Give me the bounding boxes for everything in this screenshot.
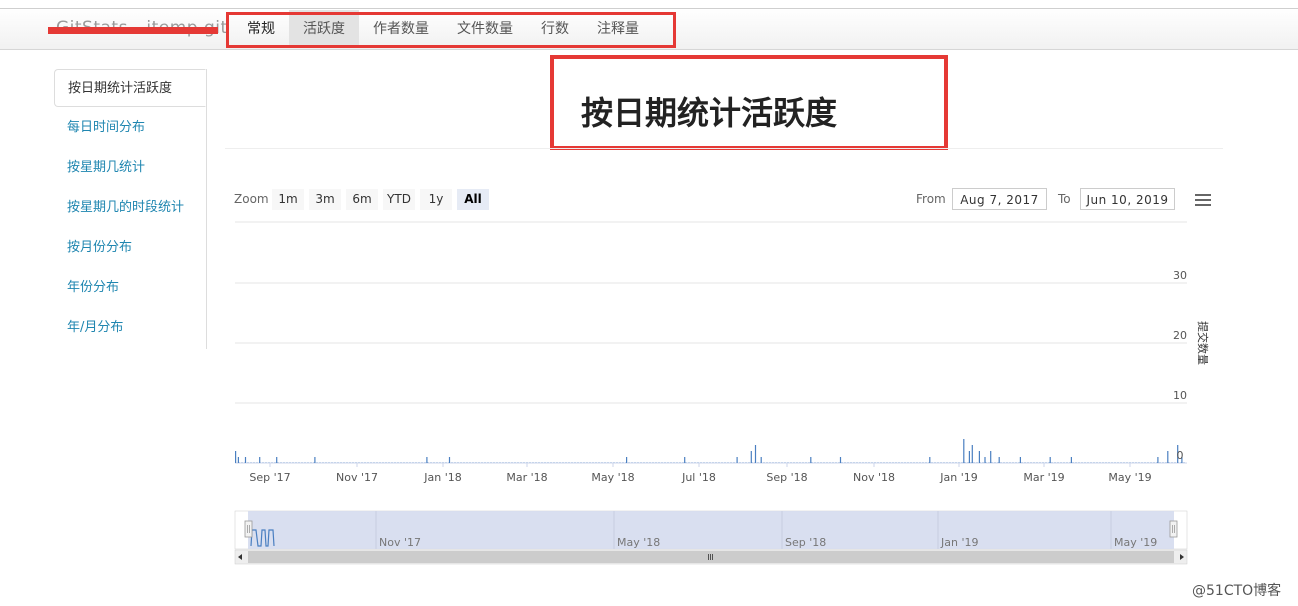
sidebar-item-hour-of-week[interactable]: 按星期几的时段统计 xyxy=(54,189,206,227)
activity-bar xyxy=(929,457,931,463)
activity-bar xyxy=(978,451,980,463)
x-tick-label: Mar '18 xyxy=(506,471,547,484)
navigator-selection[interactable] xyxy=(248,511,1174,549)
redaction-mark xyxy=(48,27,218,34)
x-tick-label: Jan '18 xyxy=(423,471,461,484)
scrollbar-thumb[interactable] xyxy=(248,551,1174,563)
activity-bar xyxy=(963,439,965,463)
sidebar-item-month-of-year[interactable]: 按月份分布 xyxy=(54,229,206,267)
navigator-series xyxy=(250,529,275,547)
scroll-right-icon[interactable] xyxy=(1180,554,1184,560)
y-tick-label: 10 xyxy=(1173,389,1187,402)
activity-bar xyxy=(736,457,738,463)
activity-bar xyxy=(276,457,278,463)
activity-bar xyxy=(314,457,316,463)
activity-bar xyxy=(1157,457,1159,463)
activity-bar xyxy=(626,457,628,463)
sidebar-item-hour-of-day[interactable]: 每日时间分布 xyxy=(54,109,206,147)
activity-bar xyxy=(426,457,428,463)
activity-bar xyxy=(971,445,973,463)
activity-bar xyxy=(754,445,757,463)
sidebar-item-year[interactable]: 年份分布 xyxy=(54,269,206,307)
activity-bar xyxy=(237,457,239,463)
x-tick-label: Jan '19 xyxy=(939,471,977,484)
activity-bar xyxy=(448,457,451,463)
activity-bar xyxy=(1181,457,1183,463)
zoom-label: Zoom xyxy=(234,192,269,206)
zoom-all-button[interactable]: All xyxy=(457,189,489,210)
hamburger-menu-icon[interactable] xyxy=(1195,194,1211,206)
highlight-box-title xyxy=(550,55,948,150)
activity-bar xyxy=(235,451,237,463)
activity-bar xyxy=(760,457,762,463)
y-axis-label: 提交数量 xyxy=(1196,321,1210,365)
highlight-box-tabs xyxy=(226,12,676,48)
activity-bar xyxy=(968,451,970,463)
activity-bar xyxy=(998,457,1000,463)
from-label: From xyxy=(916,192,946,206)
navigator-label: Sep '18 xyxy=(785,536,826,549)
sidebar-item-day-of-week[interactable]: 按星期几统计 xyxy=(54,149,206,187)
zoom-1y-button[interactable]: 1y xyxy=(420,189,452,210)
x-tick-label: May '19 xyxy=(1108,471,1151,484)
activity-bar xyxy=(750,451,752,463)
x-tick-label: Nov '18 xyxy=(853,471,895,484)
x-tick-label: May '18 xyxy=(591,471,634,484)
navigator-left-handle[interactable] xyxy=(244,520,253,538)
activity-bar xyxy=(839,457,842,463)
sidebar: 按日期统计活跃度 每日时间分布 按星期几统计 按星期几的时段统计 按月份分布 年… xyxy=(54,69,207,349)
y-tick-label: 20 xyxy=(1173,329,1187,342)
to-label: To xyxy=(1058,192,1071,206)
y-tick-label: 0 xyxy=(1177,449,1184,462)
navigator-label: Nov '17 xyxy=(379,536,421,549)
x-tick-label: Sep '18 xyxy=(766,471,807,484)
activity-bar xyxy=(684,457,686,463)
x-tick-label: Jul '18 xyxy=(681,471,716,484)
scroll-left-icon[interactable] xyxy=(238,554,242,560)
sidebar-item-daily-activity[interactable]: 按日期统计活跃度 xyxy=(54,69,206,107)
activity-bar xyxy=(1070,457,1072,463)
navigator-label: May '18 xyxy=(617,536,660,549)
zoom-6m-button[interactable]: 6m xyxy=(346,189,378,210)
navigator-right-handle[interactable] xyxy=(1169,520,1178,538)
navigator-label: Jan '19 xyxy=(940,536,978,549)
activity-bar xyxy=(1177,445,1179,463)
scrollbar-track[interactable] xyxy=(234,549,1188,565)
activity-bar xyxy=(1019,457,1021,463)
divider xyxy=(225,148,1223,149)
activity-bar xyxy=(259,457,261,463)
x-tick-label: Mar '19 xyxy=(1023,471,1064,484)
zoom-ytd-button[interactable]: YTD xyxy=(383,189,415,210)
watermark: @51CTO博客 xyxy=(1192,583,1282,599)
activity-bar xyxy=(1049,457,1051,463)
navigator-background xyxy=(234,510,1188,550)
x-tick-label: Sep '17 xyxy=(249,471,290,484)
activity-bar xyxy=(990,451,992,463)
activity-bar xyxy=(810,457,812,463)
zoom-3m-button[interactable]: 3m xyxy=(309,189,341,210)
zoom-1m-button[interactable]: 1m xyxy=(272,189,304,210)
to-date-input[interactable]: Jun 10, 2019 xyxy=(1080,188,1175,210)
activity-bar xyxy=(1167,451,1169,463)
from-date-input[interactable]: Aug 7, 2017 xyxy=(952,188,1047,210)
y-tick-label: 30 xyxy=(1173,269,1187,282)
x-tick-label: Nov '17 xyxy=(336,471,378,484)
sidebar-item-year-month[interactable]: 年/月分布 xyxy=(54,309,206,347)
activity-bar xyxy=(244,457,247,463)
navigator-label: May '19 xyxy=(1114,536,1157,549)
activity-bar xyxy=(984,457,986,463)
